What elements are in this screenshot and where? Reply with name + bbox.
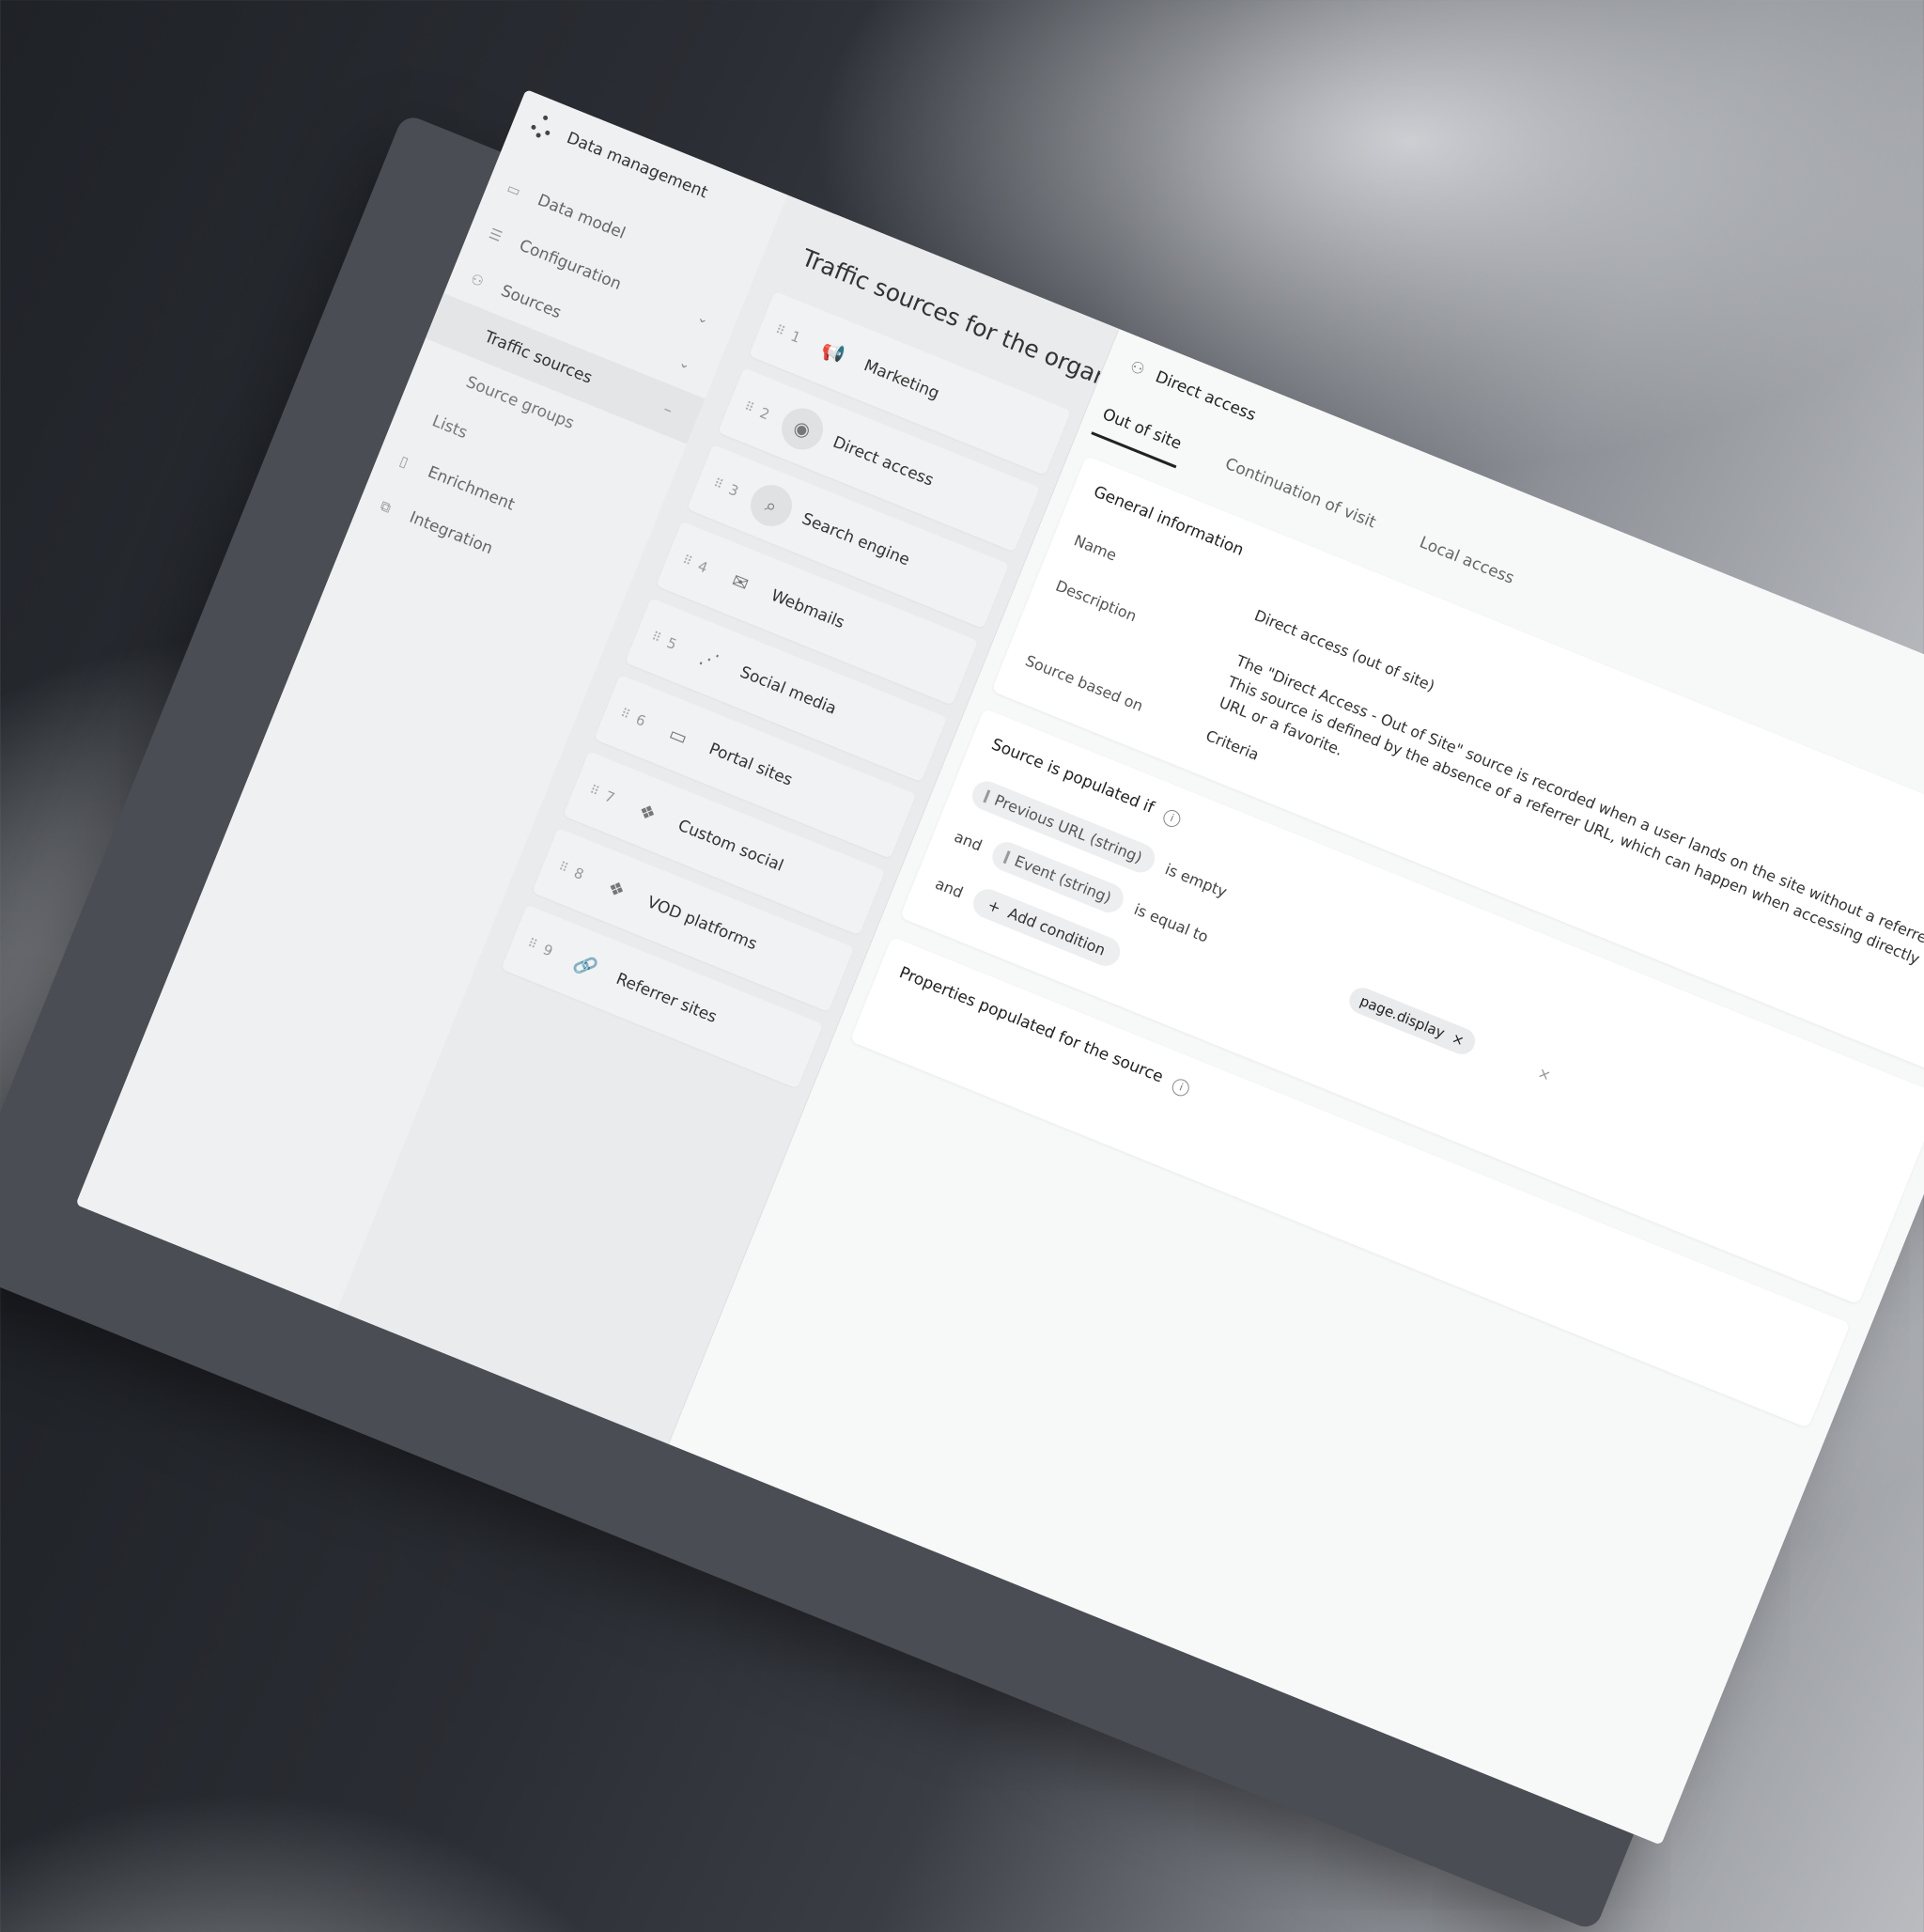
- plus-icon: +: [985, 896, 1004, 917]
- detail-title: Direct access: [1152, 367, 1259, 426]
- row-number: 3: [726, 480, 741, 500]
- search-icon: ⌕: [744, 478, 799, 533]
- row-label: Direct access: [830, 432, 937, 491]
- portal-icon: ▭: [665, 722, 691, 750]
- row-number: 9: [540, 941, 555, 960]
- condition-operator[interactable]: is empty: [1162, 860, 1229, 901]
- row-number: 8: [571, 864, 586, 883]
- app-title: Data management: [564, 128, 710, 203]
- condition-operator[interactable]: is equal to: [1132, 900, 1211, 946]
- tab-out-of-site[interactable]: Out of site: [1091, 397, 1191, 469]
- row-label: Portal sites: [706, 740, 796, 790]
- collapse-icon: –: [660, 399, 675, 421]
- panel-icon: ▯: [396, 452, 411, 472]
- value-tag[interactable]: page.display ×: [1345, 983, 1480, 1058]
- row-label: Webmails: [768, 585, 847, 633]
- integration-icon: ⧉: [378, 497, 394, 517]
- chevron-down-icon: ⌄: [676, 354, 693, 374]
- source-based-on-label: Source based on: [1022, 651, 1146, 715]
- megaphone-icon: 📢: [817, 337, 849, 367]
- sidebar-subitem-label: Lists: [428, 412, 471, 444]
- sidebar-item-label: Sources: [498, 281, 565, 323]
- envelope-icon: ✉: [728, 569, 753, 596]
- tag-label: page.display: [1358, 991, 1448, 1042]
- condition-prefix: and: [932, 874, 966, 902]
- close-icon[interactable]: ×: [1450, 1029, 1466, 1049]
- cubes-icon: ❖: [635, 798, 659, 826]
- add-condition-label: Add condition: [1005, 903, 1109, 959]
- name-label: Name: [1071, 531, 1120, 565]
- logo-icon: [526, 111, 558, 143]
- cubes-icon: ❖: [604, 875, 629, 903]
- row-number: 4: [695, 557, 710, 577]
- chevron-down-icon: ⌄: [694, 309, 711, 328]
- tab-local-access[interactable]: Local access: [1408, 524, 1524, 602]
- description-label: Description: [1052, 576, 1140, 626]
- share-icon: ⋰: [696, 645, 722, 674]
- row-label: Social media: [737, 662, 840, 719]
- row-label: Custom social: [675, 816, 786, 876]
- info-icon[interactable]: i: [1170, 1076, 1193, 1098]
- row-label: Referrer sites: [613, 969, 720, 1027]
- row-number: 2: [757, 404, 772, 424]
- condition-prefix: and: [952, 827, 985, 855]
- row-number: 1: [788, 327, 803, 347]
- row-number: 7: [602, 787, 617, 807]
- circles-icon: ⚇: [468, 270, 487, 291]
- circles-icon: ⚇: [1126, 357, 1148, 381]
- row-label: Marketing: [861, 356, 942, 404]
- field-marker: [1002, 849, 1011, 864]
- row-number: 6: [633, 710, 648, 730]
- target-icon: ◉: [775, 401, 830, 457]
- info-icon[interactable]: i: [1160, 806, 1184, 830]
- row-label: Search engine: [799, 509, 913, 570]
- row-number: 5: [664, 633, 679, 654]
- link-icon: 🔗: [570, 950, 601, 981]
- clear-icon[interactable]: ×: [1535, 1064, 1554, 1085]
- condition-field-label: Event (string): [1012, 851, 1114, 908]
- sliders-icon: ☰: [486, 225, 505, 245]
- row-label: VOD platforms: [644, 893, 760, 955]
- book-icon: ▭: [504, 179, 523, 200]
- field-marker: [983, 788, 991, 803]
